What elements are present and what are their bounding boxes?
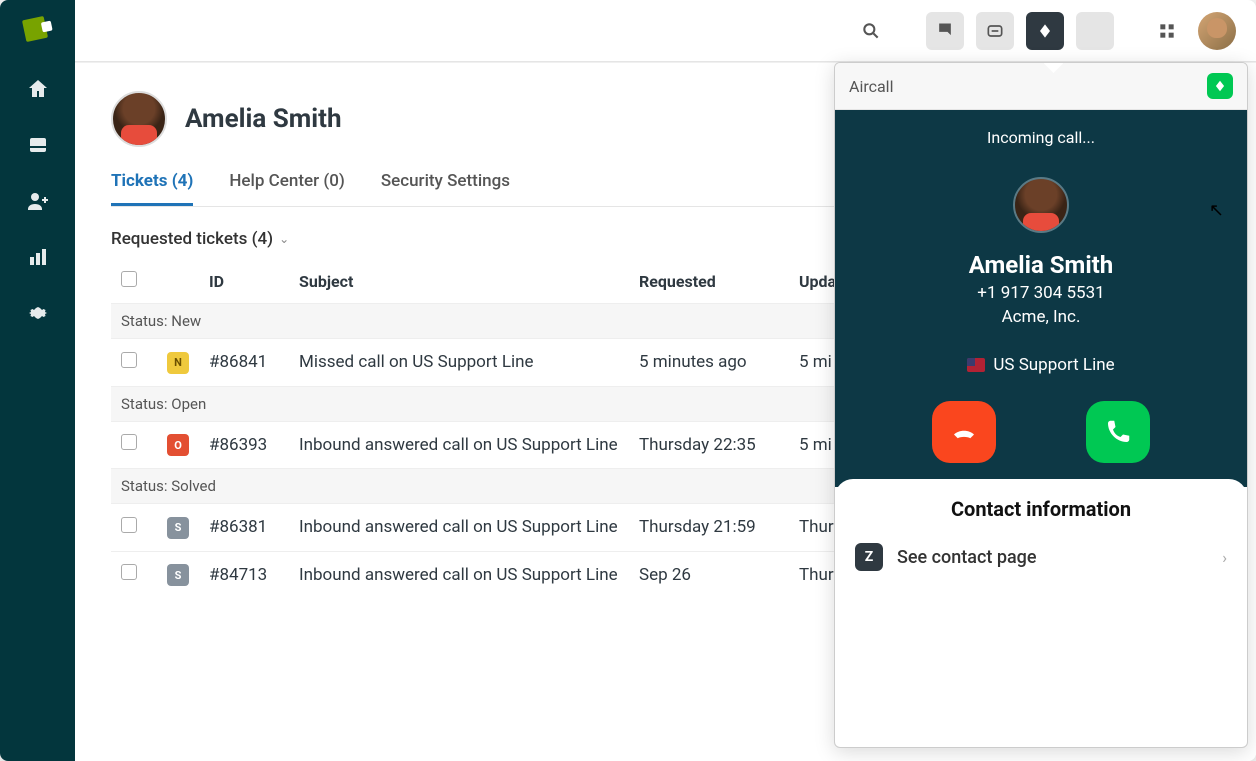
ticket-subject: Inbound answered call on US Support Line (289, 504, 629, 552)
us-flag-icon (967, 358, 985, 372)
ticket-requested: 5 minutes ago (629, 339, 789, 387)
tab-security[interactable]: Security Settings (381, 171, 510, 206)
reject-call-button[interactable] (932, 401, 996, 463)
ticket-requested: Sep 26 (629, 551, 789, 598)
accept-call-button[interactable] (1086, 401, 1150, 463)
toolbar-aircall-icon[interactable] (1026, 12, 1064, 50)
apps-grid-icon[interactable] (1148, 12, 1186, 50)
zendesk-icon: Z (855, 543, 883, 571)
status-badge: S (167, 517, 189, 539)
section-title-text: Requested tickets (4) (111, 229, 273, 249)
select-all-checkbox[interactable] (121, 271, 137, 287)
row-checkbox[interactable] (121, 564, 137, 580)
row-checkbox[interactable] (121, 352, 137, 368)
zendesk-logo (24, 18, 52, 46)
col-subject: Subject (289, 263, 629, 304)
see-contact-link[interactable]: Z See contact page › (855, 543, 1227, 571)
ticket-id: #86841 (199, 339, 289, 387)
ticket-requested: Thursday 22:35 (629, 421, 789, 469)
toolbar-talk-icon[interactable] (926, 12, 964, 50)
ticket-id: #84713 (199, 551, 289, 598)
home-icon[interactable] (25, 76, 51, 102)
caller-avatar (1013, 177, 1069, 233)
search-icon[interactable] (852, 12, 890, 50)
status-badge: N (167, 352, 189, 374)
tab-tickets[interactable]: Tickets (4) (111, 171, 193, 206)
inbox-icon[interactable] (25, 132, 51, 158)
status-badge: S (167, 564, 189, 586)
ticket-subject: Missed call on US Support Line (289, 339, 629, 387)
contact-link-text: See contact page (897, 547, 1208, 568)
contact-info-title: Contact information (855, 497, 1227, 521)
caller-company: Acme, Inc. (855, 307, 1227, 327)
chevron-down-icon: ⌄ (279, 232, 289, 246)
settings-icon[interactable] (25, 300, 51, 326)
topbar (75, 0, 1256, 62)
row-checkbox[interactable] (121, 517, 137, 533)
aircall-panel: Aircall Incoming call... Amelia Smith +1… (834, 62, 1248, 748)
tab-help-center[interactable]: Help Center (0) (229, 171, 344, 206)
aircall-title: Aircall (849, 77, 893, 96)
users-icon[interactable] (25, 188, 51, 214)
caller-name: Amelia Smith (855, 251, 1227, 279)
profile-name: Amelia Smith (185, 104, 342, 134)
sidebar (0, 0, 75, 761)
chevron-right-icon: › (1222, 548, 1227, 567)
ticket-id: #86393 (199, 421, 289, 469)
support-line-text: US Support Line (993, 355, 1114, 375)
profile-avatar (111, 91, 167, 147)
ticket-id: #86381 (199, 504, 289, 552)
ticket-subject: Inbound answered call on US Support Line (289, 421, 629, 469)
status-badge: O (167, 434, 189, 456)
toolbar-app-icon[interactable] (1076, 12, 1114, 50)
reports-icon[interactable] (25, 244, 51, 270)
toolbar-chat-icon[interactable] (976, 12, 1014, 50)
caller-phone: +1 917 304 5531 (855, 283, 1227, 303)
call-status: Incoming call... (855, 128, 1227, 147)
col-requested: Requested (629, 263, 789, 304)
user-avatar[interactable] (1198, 12, 1236, 50)
aircall-logo-icon (1207, 73, 1233, 99)
support-line: US Support Line (855, 355, 1227, 375)
ticket-requested: Thursday 21:59 (629, 504, 789, 552)
col-id: ID (199, 263, 289, 304)
row-checkbox[interactable] (121, 434, 137, 450)
ticket-subject: Inbound answered call on US Support Line (289, 551, 629, 598)
